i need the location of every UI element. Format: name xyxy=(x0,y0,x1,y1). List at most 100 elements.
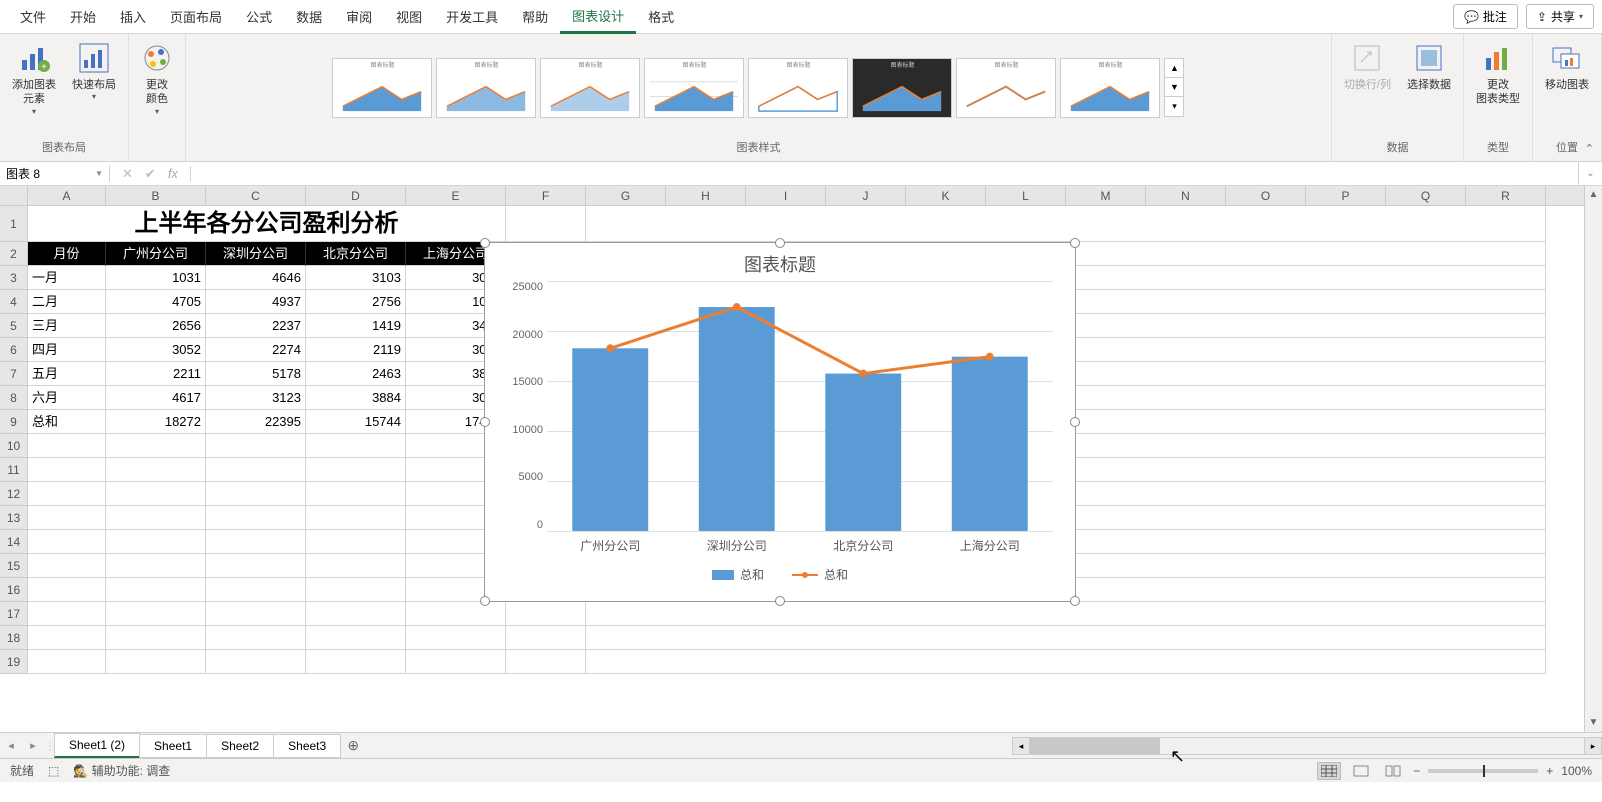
col-header-A[interactable]: A xyxy=(28,186,106,205)
cell[interactable]: 3123 xyxy=(206,386,306,410)
share-button[interactable]: ⇪共享▾ xyxy=(1526,4,1594,29)
zoom-slider[interactable] xyxy=(1428,769,1538,773)
formula-bar-expand[interactable]: ⌄ xyxy=(1578,162,1602,185)
style-gallery-more[interactable]: ▾ xyxy=(1165,97,1183,116)
cell[interactable]: 4705 xyxy=(106,290,206,314)
scroll-up-button[interactable]: ▲ xyxy=(1585,186,1602,204)
col-header-K[interactable]: K xyxy=(906,186,986,205)
macro-record-icon[interactable]: ⬚ xyxy=(48,764,59,778)
chart-style-2[interactable]: 图表标题 xyxy=(436,58,536,118)
view-page-break-button[interactable] xyxy=(1381,762,1405,780)
row-header-12[interactable]: 12 xyxy=(0,482,28,506)
menu-insert[interactable]: 插入 xyxy=(108,1,158,32)
hscroll-right[interactable]: ▸ xyxy=(1584,737,1602,755)
view-normal-button[interactable] xyxy=(1317,762,1341,780)
cell[interactable]: 4617 xyxy=(106,386,206,410)
menu-developer[interactable]: 开发工具 xyxy=(434,1,510,32)
row-header-1[interactable]: 1 xyxy=(0,206,28,242)
cancel-formula-icon[interactable]: ✕ xyxy=(122,166,133,182)
embedded-chart[interactable]: 图表标题 25000 20000 15000 10000 5000 0 xyxy=(484,242,1076,602)
row-header-5[interactable]: 5 xyxy=(0,314,28,338)
row-header-15[interactable]: 15 xyxy=(0,554,28,578)
menu-home[interactable]: 开始 xyxy=(58,1,108,32)
menu-chart-design[interactable]: 图表设计 xyxy=(560,0,636,34)
chart-style-1[interactable]: 图表标题 xyxy=(332,58,432,118)
cell[interactable]: 一月 xyxy=(28,266,106,290)
th-beijing[interactable]: 北京分公司 xyxy=(306,242,406,266)
chart-legend[interactable]: 总和 总和 xyxy=(497,566,1063,583)
chart-style-7[interactable]: 图表标题 xyxy=(956,58,1056,118)
chart-style-8[interactable]: 图表标题 xyxy=(1060,58,1160,118)
col-header-H[interactable]: H xyxy=(666,186,746,205)
menu-file[interactable]: 文件 xyxy=(8,1,58,32)
th-guangzhou[interactable]: 广州分公司 xyxy=(106,242,206,266)
cell[interactable]: 2756 xyxy=(306,290,406,314)
chart-style-5[interactable]: 图表标题 xyxy=(748,58,848,118)
row-header-14[interactable]: 14 xyxy=(0,530,28,554)
cell[interactable]: 22395 xyxy=(206,410,306,434)
vertical-scrollbar[interactable]: ▲ ▼ xyxy=(1584,186,1602,732)
col-header-G[interactable]: G xyxy=(586,186,666,205)
col-header-F[interactable]: F xyxy=(506,186,586,205)
cell[interactable]: 4937 xyxy=(206,290,306,314)
cell[interactable]: 五月 xyxy=(28,362,106,386)
accept-formula-icon[interactable]: ✔ xyxy=(145,166,156,182)
cell[interactable]: 2119 xyxy=(306,338,406,362)
menu-formulas[interactable]: 公式 xyxy=(234,1,284,32)
cell[interactable]: 1031 xyxy=(106,266,206,290)
hscroll-thumb[interactable] xyxy=(1030,738,1160,754)
cell[interactable]: 4646 xyxy=(206,266,306,290)
row-header-6[interactable]: 6 xyxy=(0,338,28,362)
menu-help[interactable]: 帮助 xyxy=(510,1,560,32)
row-header-4[interactable]: 4 xyxy=(0,290,28,314)
chart-plot-area[interactable]: 25000 20000 15000 10000 5000 0 xyxy=(547,281,1053,531)
cell[interactable]: 18272 xyxy=(106,410,206,434)
row-header-7[interactable]: 7 xyxy=(0,362,28,386)
style-gallery-down[interactable]: ▼ xyxy=(1165,78,1183,97)
row-header-9[interactable]: 9 xyxy=(0,410,28,434)
row-header-18[interactable]: 18 xyxy=(0,626,28,650)
accessibility-status[interactable]: 🕵 辅助功能: 调查 xyxy=(73,762,170,779)
sheet-tab-0[interactable]: Sheet1 (2) xyxy=(54,733,140,758)
row-header-3[interactable]: 3 xyxy=(0,266,28,290)
col-header-D[interactable]: D xyxy=(306,186,406,205)
chart-style-6[interactable]: 图表标题 xyxy=(852,58,952,118)
cell[interactable]: 1419 xyxy=(306,314,406,338)
row-header-19[interactable]: 19 xyxy=(0,650,28,674)
scroll-down-button[interactable]: ▼ xyxy=(1585,714,1602,732)
zoom-level[interactable]: 100% xyxy=(1561,764,1592,778)
row-header-17[interactable]: 17 xyxy=(0,602,28,626)
cell[interactable]: 二月 xyxy=(28,290,106,314)
row-header-2[interactable]: 2 xyxy=(0,242,28,266)
col-header-B[interactable]: B xyxy=(106,186,206,205)
change-chart-type-button[interactable]: 更改 图表类型 xyxy=(1470,38,1526,111)
select-all-corner[interactable] xyxy=(0,186,28,205)
change-colors-button[interactable]: 更改 颜色▾ xyxy=(135,38,179,121)
th-month[interactable]: 月份 xyxy=(28,242,106,266)
col-header-P[interactable]: P xyxy=(1306,186,1386,205)
hscroll-left[interactable]: ◂ xyxy=(1012,737,1030,755)
row-header-11[interactable]: 11 xyxy=(0,458,28,482)
col-header-E[interactable]: E xyxy=(406,186,506,205)
sheet-tab-3[interactable]: Sheet3 xyxy=(273,734,341,758)
cell[interactable]: 三月 xyxy=(28,314,106,338)
cell[interactable]: 2237 xyxy=(206,314,306,338)
zoom-in-button[interactable]: + xyxy=(1546,764,1553,778)
cell[interactable]: 2274 xyxy=(206,338,306,362)
ribbon-collapse-button[interactable]: ⌃ xyxy=(1585,142,1594,155)
tab-nav-prev[interactable]: ▸ xyxy=(22,739,44,752)
horizontal-scrollbar[interactable] xyxy=(1030,737,1584,755)
cell[interactable]: 四月 xyxy=(28,338,106,362)
fx-icon[interactable]: fx xyxy=(168,166,178,181)
comments-button[interactable]: 💬批注 xyxy=(1453,4,1518,29)
menu-data[interactable]: 数据 xyxy=(284,1,334,32)
row-header-8[interactable]: 8 xyxy=(0,386,28,410)
quick-layout-button[interactable]: 快速布局▾ xyxy=(66,38,122,107)
col-header-C[interactable]: C xyxy=(206,186,306,205)
row-header-13[interactable]: 13 xyxy=(0,506,28,530)
cell[interactable]: 15744 xyxy=(306,410,406,434)
chart-style-4[interactable]: 图表标题 xyxy=(644,58,744,118)
select-data-button[interactable]: 选择数据 xyxy=(1401,38,1457,96)
cell[interactable]: 3884 xyxy=(306,386,406,410)
cell[interactable]: 2656 xyxy=(106,314,206,338)
